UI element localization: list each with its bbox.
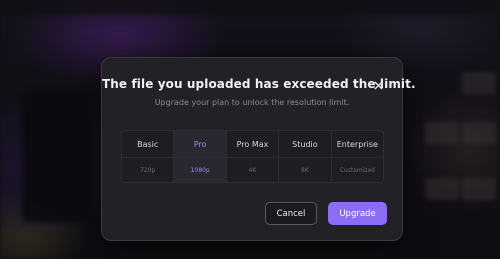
plan-comparison-table: Basic 720p Pro 1080p Pro Max 4K Studio 8… [121, 130, 384, 183]
close-button[interactable] [371, 78, 385, 92]
plan-name: Pro Max [226, 131, 279, 158]
plan-resolution: 720p [140, 166, 156, 174]
plan-resolution: 1080p [190, 166, 210, 174]
plan-resolution: Customized [339, 166, 375, 174]
plan-name: Pro [174, 131, 226, 158]
plan-name: Enterprise [331, 131, 383, 158]
plan-resolution: 4K [248, 166, 257, 174]
plan-column-studio: Studio 8K [279, 131, 332, 182]
plan-column-pro: Pro 1080p [174, 131, 227, 182]
cancel-button[interactable]: Cancel [265, 202, 317, 225]
upgrade-dialog: The file you uploaded has exceeded the l… [101, 57, 416, 241]
plan-column-pro-max: Pro Max 4K [226, 131, 280, 182]
close-icon [374, 81, 382, 89]
upgrade-button[interactable]: Upgrade [328, 202, 387, 225]
plan-column-basic: Basic 720p [122, 131, 175, 182]
dialog-subtitle: Upgrade your plan to unlock the resoluti… [154, 98, 350, 107]
plan-name: Basic [122, 131, 174, 158]
plan-name: Studio [279, 131, 331, 158]
dialog-title: The file you uploaded has exceeded the l… [102, 77, 416, 91]
plan-column-enterprise: Enterprise Customized [331, 131, 383, 182]
plan-resolution: 8K [301, 166, 309, 174]
